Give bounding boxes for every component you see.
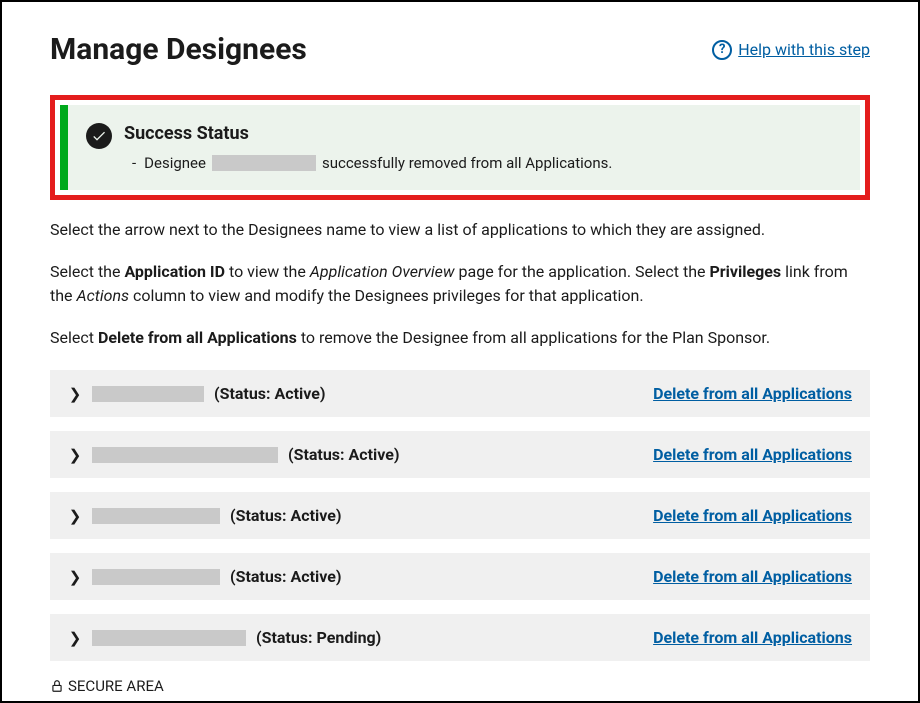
designee-row: ❯ (Status: Active) Delete from all Appli… <box>50 370 870 417</box>
designee-row: ❯ (Status: Active) Delete from all Appli… <box>50 431 870 478</box>
chevron-right-icon[interactable]: ❯ <box>68 385 82 403</box>
intro-line-3: Select Delete from all Applications to r… <box>50 326 870 350</box>
chevron-right-icon[interactable]: ❯ <box>68 629 82 647</box>
intro-line-2: Select the Application ID to view the Ap… <box>50 260 870 308</box>
designee-row: ❯ (Status: Active) Delete from all Appli… <box>50 492 870 539</box>
help-label: Help with this step <box>738 40 870 59</box>
alert-prefix: Designee <box>144 154 206 172</box>
designee-status: (Status: Active) <box>230 567 342 586</box>
designee-status: (Status: Pending) <box>256 628 381 647</box>
success-alert: Success Status - Designee successfully r… <box>60 105 860 190</box>
help-icon: ? <box>712 40 732 60</box>
redacted-name <box>92 508 220 524</box>
redacted-name <box>92 447 278 463</box>
chevron-right-icon[interactable]: ❯ <box>68 446 82 464</box>
designee-row: ❯ (Status: Active) Delete from all Appli… <box>50 553 870 600</box>
chevron-right-icon[interactable]: ❯ <box>68 507 82 525</box>
secure-area-footer: SECURE AREA <box>50 677 164 695</box>
delete-from-all-link[interactable]: Delete from all Applications <box>653 384 852 403</box>
redacted-name <box>92 386 204 402</box>
alert-highlight: Success Status - Designee successfully r… <box>50 95 870 200</box>
chevron-right-icon[interactable]: ❯ <box>68 568 82 586</box>
designee-list: ❯ (Status: Active) Delete from all Appli… <box>50 370 870 661</box>
help-link[interactable]: ? Help with this step <box>712 40 870 60</box>
redacted-name <box>92 630 246 646</box>
lock-icon <box>50 679 64 693</box>
secure-area-label: SECURE AREA <box>68 677 164 695</box>
delete-from-all-link[interactable]: Delete from all Applications <box>653 445 852 464</box>
alert-suffix: successfully removed from all Applicatio… <box>322 154 612 172</box>
intro-line-1: Select the arrow next to the Designees n… <box>50 218 870 242</box>
delete-from-all-link[interactable]: Delete from all Applications <box>653 628 852 647</box>
designee-status: (Status: Active) <box>230 506 342 525</box>
check-circle-icon <box>86 123 112 149</box>
redacted-name <box>212 155 316 171</box>
delete-from-all-link[interactable]: Delete from all Applications <box>653 506 852 525</box>
alert-title: Success Status <box>124 123 840 144</box>
redacted-name <box>92 569 220 585</box>
designee-status: (Status: Active) <box>288 445 400 464</box>
page-title: Manage Designees <box>50 32 307 67</box>
designee-row: ❯ (Status: Pending) Delete from all Appl… <box>50 614 870 661</box>
alert-body: - Designee successfully removed from all… <box>124 154 840 172</box>
delete-from-all-link[interactable]: Delete from all Applications <box>653 567 852 586</box>
designee-status: (Status: Active) <box>214 384 326 403</box>
